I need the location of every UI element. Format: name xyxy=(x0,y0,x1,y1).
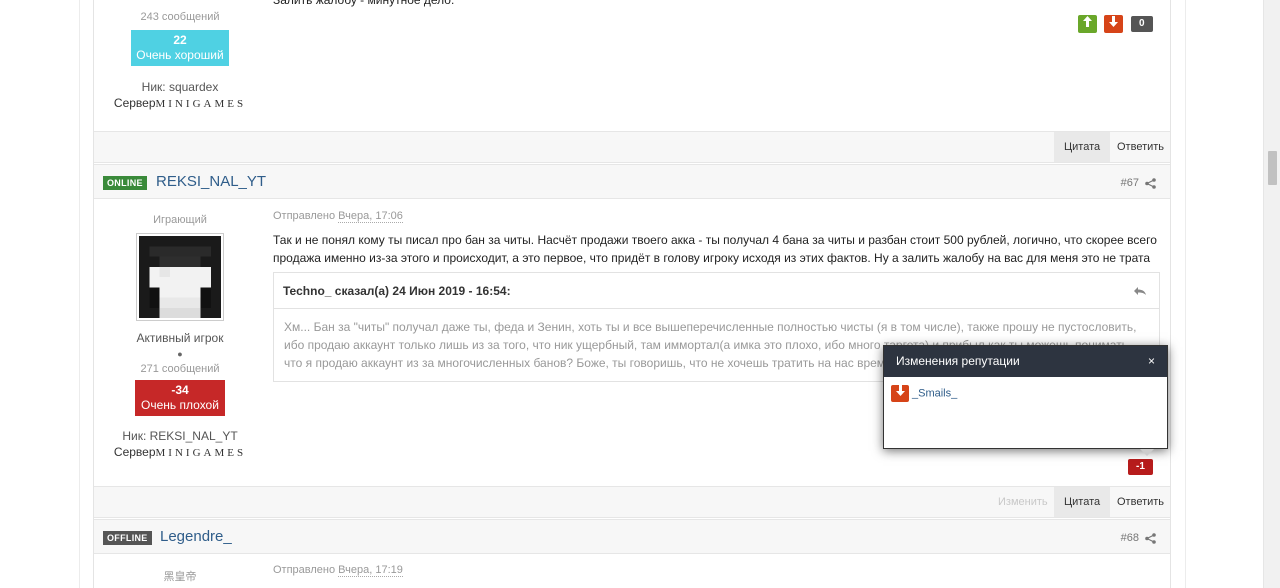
reply-button[interactable]: Ответить xyxy=(1107,487,1174,517)
post-66-userinfo: 243 сообщений 22 Очень хороший Ник: squa… xyxy=(91,11,269,110)
vote-count: 0 xyxy=(1131,16,1153,32)
post-number-link[interactable]: #68 xyxy=(1121,532,1156,544)
post-67-userinfo: Играющий Активный игрок ● 271 сообщений … xyxy=(91,214,269,459)
user-role: 黑皇帝 xyxy=(163,571,197,583)
quote-author: Techno_ сказал(а) 24 Июн 2019 - 16:54: xyxy=(283,284,511,298)
posted-label: Отправлено xyxy=(273,564,336,576)
post-67-header: ONLINE REKSI_NAL_YT #67 xyxy=(94,164,1170,199)
reply-button[interactable]: Ответить xyxy=(1107,132,1174,162)
reputation-label: Очень хороший xyxy=(136,48,224,62)
post-date: Отправлено Вчера, 17:19 xyxy=(273,564,403,577)
avatar-image xyxy=(139,236,221,318)
reputation-user-link[interactable]: _Smails_ xyxy=(912,387,957,399)
goto-quote-icon[interactable] xyxy=(1133,285,1147,297)
quote-button[interactable]: Цитата xyxy=(1054,487,1111,517)
vote-count[interactable]: -1 xyxy=(1128,459,1153,475)
post-66-actions: Цитата Ответить xyxy=(94,131,1170,163)
page-outer-border-left xyxy=(79,0,80,588)
server-name: MINIGAMES xyxy=(155,98,247,110)
quote-button[interactable]: Цитата xyxy=(1054,132,1111,162)
post-author-link[interactable]: Legendre_ xyxy=(160,528,232,545)
posted-date: Вчера, 17:19 xyxy=(338,564,403,577)
reputation-value: 22 xyxy=(173,33,187,47)
post-author-link[interactable]: REKSI_NAL_YT xyxy=(156,173,266,190)
reputation-badge[interactable]: -34 Очень плохой xyxy=(135,380,225,416)
server-field: СерверMINIGAMES xyxy=(91,445,269,459)
user-role: Играющий xyxy=(153,214,207,226)
scrollbar-thumb[interactable] xyxy=(1268,151,1277,185)
popup-title: Изменения репутации xyxy=(896,354,1020,368)
popup-header: Изменения репутации × xyxy=(884,346,1167,377)
user-rank: Активный игрок xyxy=(136,331,224,345)
edit-button[interactable]: Изменить xyxy=(988,487,1058,517)
avatar[interactable] xyxy=(136,233,224,321)
nickname: Ник: squardex xyxy=(141,80,219,94)
post-68-header: OFFLINE Legendre_ #68 xyxy=(94,519,1170,554)
server-name: MINIGAMES xyxy=(155,447,247,459)
server-field: СерверMINIGAMES xyxy=(91,96,269,110)
share-icon xyxy=(1145,532,1156,544)
post-number: #68 xyxy=(1120,532,1139,544)
posted-label: Отправлено xyxy=(273,210,336,222)
post-66-body: Залить жалобу - минутное дело. xyxy=(273,0,455,7)
post-68-userinfo: 黑皇帝 xyxy=(91,568,269,584)
page-outer-border-right xyxy=(1185,0,1186,588)
nickname: Ник: REKSI_NAL_YT xyxy=(122,429,238,443)
reputation-label: Очень плохой xyxy=(141,398,219,412)
quote-header: Techno_ сказал(а) 24 Июн 2019 - 16:54: xyxy=(274,273,1159,309)
reputation-changes-popup: Изменения репутации × _Smails_ xyxy=(883,345,1168,449)
post-number: #67 xyxy=(1120,177,1139,189)
share-icon xyxy=(1145,177,1156,189)
reputation-change-item: _Smails_ xyxy=(891,385,957,402)
posted-date: Вчера, 17:06 xyxy=(338,210,403,223)
rank-dot-icon: ● xyxy=(177,349,183,359)
page-scrollbar[interactable] xyxy=(1263,0,1280,588)
message-count: 243 сообщений xyxy=(140,11,220,23)
reputation-value: -34 xyxy=(171,383,189,397)
vote-down-button[interactable] xyxy=(1104,15,1123,33)
reputation-badge[interactable]: 22 Очень хороший xyxy=(131,30,229,66)
server-label: Сервер xyxy=(113,96,156,110)
online-status-badge: ONLINE xyxy=(103,176,147,190)
post-number-link[interactable]: #67 xyxy=(1121,177,1156,189)
offline-status-badge: OFFLINE xyxy=(103,531,152,545)
vote-up-button[interactable] xyxy=(1078,15,1097,33)
close-icon[interactable]: × xyxy=(1148,346,1155,377)
arrow-down-icon xyxy=(891,385,909,402)
popup-pointer xyxy=(1140,449,1154,456)
post-date: Отправлено Вчера, 17:06 xyxy=(273,210,403,223)
post-67-actions: Изменить Цитата Ответить xyxy=(94,486,1170,518)
arrow-down-icon xyxy=(1109,16,1118,27)
message-count: 271 сообщений xyxy=(140,363,220,375)
server-label: Сервер xyxy=(113,445,156,459)
arrow-up-icon xyxy=(1083,16,1092,27)
